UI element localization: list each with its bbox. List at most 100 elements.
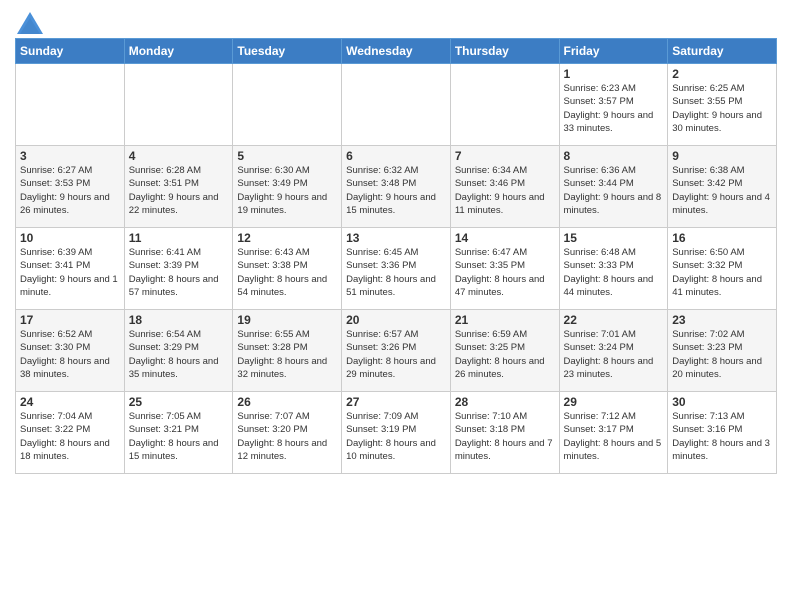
day-number: 26 <box>237 395 337 409</box>
calendar-cell: 21Sunrise: 6:59 AM Sunset: 3:25 PM Dayli… <box>450 310 559 392</box>
day-number: 22 <box>564 313 664 327</box>
day-number: 13 <box>346 231 446 245</box>
calendar-cell: 6Sunrise: 6:32 AM Sunset: 3:48 PM Daylig… <box>342 146 451 228</box>
calendar-cell: 16Sunrise: 6:50 AM Sunset: 3:32 PM Dayli… <box>668 228 777 310</box>
day-info: Sunrise: 6:57 AM Sunset: 3:26 PM Dayligh… <box>346 328 446 381</box>
day-info: Sunrise: 7:04 AM Sunset: 3:22 PM Dayligh… <box>20 410 120 463</box>
calendar-cell: 7Sunrise: 6:34 AM Sunset: 3:46 PM Daylig… <box>450 146 559 228</box>
day-number: 10 <box>20 231 120 245</box>
logo-icon <box>15 10 39 30</box>
logo <box>15 10 43 30</box>
calendar-cell: 22Sunrise: 7:01 AM Sunset: 3:24 PM Dayli… <box>559 310 668 392</box>
day-info: Sunrise: 6:47 AM Sunset: 3:35 PM Dayligh… <box>455 246 555 299</box>
calendar-cell: 18Sunrise: 6:54 AM Sunset: 3:29 PM Dayli… <box>124 310 233 392</box>
week-row-3: 10Sunrise: 6:39 AM Sunset: 3:41 PM Dayli… <box>16 228 777 310</box>
day-number: 15 <box>564 231 664 245</box>
day-number: 11 <box>129 231 229 245</box>
day-info: Sunrise: 7:05 AM Sunset: 3:21 PM Dayligh… <box>129 410 229 463</box>
calendar-cell: 29Sunrise: 7:12 AM Sunset: 3:17 PM Dayli… <box>559 392 668 474</box>
calendar-cell: 9Sunrise: 6:38 AM Sunset: 3:42 PM Daylig… <box>668 146 777 228</box>
calendar-cell: 26Sunrise: 7:07 AM Sunset: 3:20 PM Dayli… <box>233 392 342 474</box>
calendar-cell: 5Sunrise: 6:30 AM Sunset: 3:49 PM Daylig… <box>233 146 342 228</box>
day-info: Sunrise: 7:10 AM Sunset: 3:18 PM Dayligh… <box>455 410 555 463</box>
calendar-cell: 24Sunrise: 7:04 AM Sunset: 3:22 PM Dayli… <box>16 392 125 474</box>
week-row-1: 1Sunrise: 6:23 AM Sunset: 3:57 PM Daylig… <box>16 64 777 146</box>
day-number: 30 <box>672 395 772 409</box>
weekday-header-saturday: Saturday <box>668 39 777 64</box>
day-info: Sunrise: 6:45 AM Sunset: 3:36 PM Dayligh… <box>346 246 446 299</box>
calendar-cell: 11Sunrise: 6:41 AM Sunset: 3:39 PM Dayli… <box>124 228 233 310</box>
day-info: Sunrise: 6:48 AM Sunset: 3:33 PM Dayligh… <box>564 246 664 299</box>
day-info: Sunrise: 6:43 AM Sunset: 3:38 PM Dayligh… <box>237 246 337 299</box>
calendar-table: SundayMondayTuesdayWednesdayThursdayFrid… <box>15 38 777 474</box>
calendar-cell: 25Sunrise: 7:05 AM Sunset: 3:21 PM Dayli… <box>124 392 233 474</box>
calendar-cell: 1Sunrise: 6:23 AM Sunset: 3:57 PM Daylig… <box>559 64 668 146</box>
calendar-cell <box>450 64 559 146</box>
day-number: 1 <box>564 67 664 81</box>
day-info: Sunrise: 6:50 AM Sunset: 3:32 PM Dayligh… <box>672 246 772 299</box>
day-number: 17 <box>20 313 120 327</box>
day-number: 20 <box>346 313 446 327</box>
calendar-cell: 3Sunrise: 6:27 AM Sunset: 3:53 PM Daylig… <box>16 146 125 228</box>
day-number: 19 <box>237 313 337 327</box>
day-number: 24 <box>20 395 120 409</box>
week-row-4: 17Sunrise: 6:52 AM Sunset: 3:30 PM Dayli… <box>16 310 777 392</box>
calendar-cell: 17Sunrise: 6:52 AM Sunset: 3:30 PM Dayli… <box>16 310 125 392</box>
calendar-cell: 23Sunrise: 7:02 AM Sunset: 3:23 PM Dayli… <box>668 310 777 392</box>
day-number: 7 <box>455 149 555 163</box>
weekday-header-wednesday: Wednesday <box>342 39 451 64</box>
day-info: Sunrise: 7:07 AM Sunset: 3:20 PM Dayligh… <box>237 410 337 463</box>
weekday-header-row: SundayMondayTuesdayWednesdayThursdayFrid… <box>16 39 777 64</box>
day-number: 27 <box>346 395 446 409</box>
weekday-header-friday: Friday <box>559 39 668 64</box>
day-number: 29 <box>564 395 664 409</box>
day-number: 4 <box>129 149 229 163</box>
day-info: Sunrise: 6:30 AM Sunset: 3:49 PM Dayligh… <box>237 164 337 217</box>
calendar-cell <box>124 64 233 146</box>
day-info: Sunrise: 6:25 AM Sunset: 3:55 PM Dayligh… <box>672 82 772 135</box>
calendar-cell <box>233 64 342 146</box>
calendar-cell <box>342 64 451 146</box>
day-number: 16 <box>672 231 772 245</box>
day-info: Sunrise: 6:27 AM Sunset: 3:53 PM Dayligh… <box>20 164 120 217</box>
day-info: Sunrise: 7:01 AM Sunset: 3:24 PM Dayligh… <box>564 328 664 381</box>
calendar-cell: 4Sunrise: 6:28 AM Sunset: 3:51 PM Daylig… <box>124 146 233 228</box>
day-number: 14 <box>455 231 555 245</box>
week-row-2: 3Sunrise: 6:27 AM Sunset: 3:53 PM Daylig… <box>16 146 777 228</box>
calendar-page: SundayMondayTuesdayWednesdayThursdayFrid… <box>0 0 792 612</box>
calendar-cell: 27Sunrise: 7:09 AM Sunset: 3:19 PM Dayli… <box>342 392 451 474</box>
calendar-cell: 15Sunrise: 6:48 AM Sunset: 3:33 PM Dayli… <box>559 228 668 310</box>
calendar-cell: 28Sunrise: 7:10 AM Sunset: 3:18 PM Dayli… <box>450 392 559 474</box>
header <box>15 10 777 30</box>
day-number: 21 <box>455 313 555 327</box>
day-info: Sunrise: 6:32 AM Sunset: 3:48 PM Dayligh… <box>346 164 446 217</box>
day-info: Sunrise: 7:13 AM Sunset: 3:16 PM Dayligh… <box>672 410 772 463</box>
calendar-cell: 12Sunrise: 6:43 AM Sunset: 3:38 PM Dayli… <box>233 228 342 310</box>
day-number: 3 <box>20 149 120 163</box>
weekday-header-tuesday: Tuesday <box>233 39 342 64</box>
day-info: Sunrise: 6:23 AM Sunset: 3:57 PM Dayligh… <box>564 82 664 135</box>
week-row-5: 24Sunrise: 7:04 AM Sunset: 3:22 PM Dayli… <box>16 392 777 474</box>
calendar-cell: 20Sunrise: 6:57 AM Sunset: 3:26 PM Dayli… <box>342 310 451 392</box>
day-info: Sunrise: 6:52 AM Sunset: 3:30 PM Dayligh… <box>20 328 120 381</box>
day-info: Sunrise: 7:02 AM Sunset: 3:23 PM Dayligh… <box>672 328 772 381</box>
day-number: 18 <box>129 313 229 327</box>
day-info: Sunrise: 6:28 AM Sunset: 3:51 PM Dayligh… <box>129 164 229 217</box>
day-info: Sunrise: 6:39 AM Sunset: 3:41 PM Dayligh… <box>20 246 120 299</box>
day-info: Sunrise: 6:34 AM Sunset: 3:46 PM Dayligh… <box>455 164 555 217</box>
day-info: Sunrise: 7:09 AM Sunset: 3:19 PM Dayligh… <box>346 410 446 463</box>
weekday-header-monday: Monday <box>124 39 233 64</box>
day-info: Sunrise: 7:12 AM Sunset: 3:17 PM Dayligh… <box>564 410 664 463</box>
calendar-cell: 2Sunrise: 6:25 AM Sunset: 3:55 PM Daylig… <box>668 64 777 146</box>
calendar-cell: 30Sunrise: 7:13 AM Sunset: 3:16 PM Dayli… <box>668 392 777 474</box>
calendar-cell <box>16 64 125 146</box>
day-number: 8 <box>564 149 664 163</box>
day-number: 25 <box>129 395 229 409</box>
calendar-cell: 19Sunrise: 6:55 AM Sunset: 3:28 PM Dayli… <box>233 310 342 392</box>
day-number: 23 <box>672 313 772 327</box>
day-number: 5 <box>237 149 337 163</box>
calendar-cell: 13Sunrise: 6:45 AM Sunset: 3:36 PM Dayli… <box>342 228 451 310</box>
calendar-cell: 10Sunrise: 6:39 AM Sunset: 3:41 PM Dayli… <box>16 228 125 310</box>
day-info: Sunrise: 6:54 AM Sunset: 3:29 PM Dayligh… <box>129 328 229 381</box>
calendar-cell: 14Sunrise: 6:47 AM Sunset: 3:35 PM Dayli… <box>450 228 559 310</box>
